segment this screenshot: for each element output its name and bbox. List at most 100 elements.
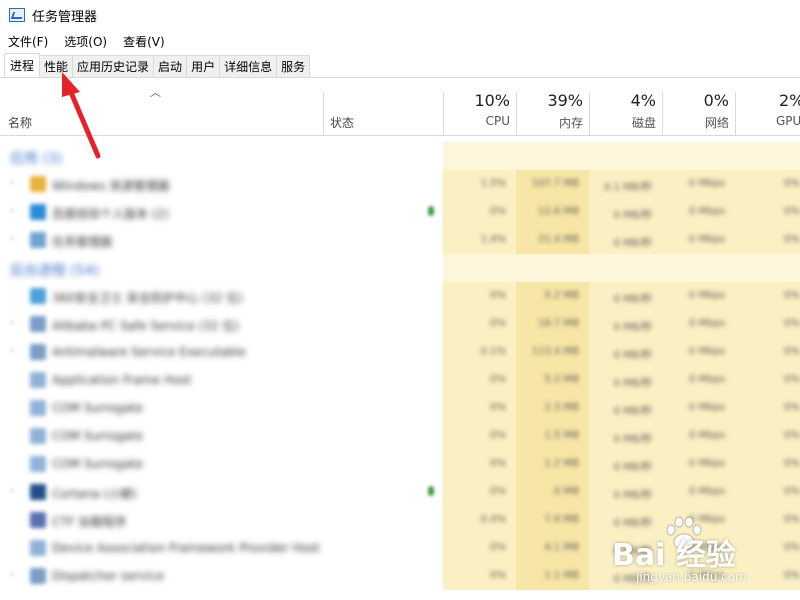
metric-value-net: 0 Mbps <box>688 430 725 441</box>
tab-bar: 进程 性能 应用历史记录 启动 用户 详细信息 服务 <box>0 53 800 78</box>
column-status[interactable]: 状态 <box>330 114 354 131</box>
metric-value-disk: 0 MB/秒 <box>613 294 652 305</box>
menu-file[interactable]: 文件(F) <box>0 33 56 50</box>
group-header[interactable]: 应用 (3) <box>0 142 800 170</box>
metric-value-net: 0 Mbps <box>688 290 725 301</box>
metric-value-mem: 2.3 MB <box>544 402 579 413</box>
heat-cell <box>735 142 800 170</box>
heat-cell <box>516 254 589 282</box>
baidu-watermark: Bai 经验 jingyan.baidu.com <box>612 514 797 594</box>
metric-value-net: 0 Mbps <box>688 486 725 497</box>
column-name[interactable]: 名称 <box>8 114 32 131</box>
expand-chevron-icon[interactable]: › <box>10 177 14 188</box>
cpu-label: CPU <box>485 114 510 128</box>
expand-chevron-icon[interactable]: › <box>10 233 14 244</box>
tab-app-history[interactable]: 应用历史记录 <box>72 55 155 77</box>
table-row[interactable]: › Cortana (小娜) 0% 0 MB 0 MB/秒 0 Mbps 0% <box>0 478 800 506</box>
metric-value-net: 0 Mbps <box>688 402 725 413</box>
column-gpu[interactable]: 2% GPU <box>738 91 800 128</box>
table-row[interactable]: COM Surrogate 0% 2.3 MB 0 MB/秒 0 Mbps 0% <box>0 394 800 422</box>
metric-value-net: 0 Mbps <box>688 458 725 469</box>
column-divider[interactable] <box>516 92 517 135</box>
table-row[interactable]: › 任务管理器 1.4% 21.4 MB 0 MB/秒 0 Mbps 0% <box>0 226 800 254</box>
column-cpu[interactable]: 10% CPU <box>446 91 510 128</box>
expand-chevron-icon[interactable]: › <box>10 345 14 356</box>
table-row[interactable]: › Alibaba PC Safe Service (32 位) 0% 18.7 MB… <box>0 310 800 338</box>
metric-value-net: 0 Mbps <box>688 234 725 245</box>
metric-value-mem: 1.1 MB <box>544 570 579 581</box>
metric-value-mem: 113.4 MB <box>531 346 579 357</box>
metric-value-cpu: 0% <box>490 542 506 553</box>
metric-value-gpu: 0% <box>784 346 800 357</box>
expand-chevron-icon[interactable]: › <box>10 317 14 328</box>
metric-value-cpu: 0% <box>490 290 506 301</box>
tab-startup[interactable]: 启动 <box>153 55 188 77</box>
column-divider[interactable] <box>662 92 663 135</box>
column-header: ︿ 名称 状态 10% CPU 39% 内存 4% 磁盘 0% 网络 2% GP… <box>0 78 800 136</box>
metric-value-gpu: 0% <box>784 374 800 385</box>
group-header[interactable]: 后台进程 (54) <box>0 254 800 282</box>
disk-label: 磁盘 <box>631 116 656 130</box>
tab-processes[interactable]: 进程 <box>4 53 41 77</box>
metric-value-cpu: 0.4% <box>480 514 506 525</box>
expand-chevron-icon[interactable]: › <box>10 205 14 216</box>
column-divider[interactable] <box>323 92 324 135</box>
metric-value-mem: 21.4 MB <box>538 234 579 245</box>
expand-chevron-icon[interactable]: › <box>10 485 14 496</box>
menu-view[interactable]: 查看(V) <box>115 33 173 50</box>
table-row[interactable]: › Antimalware Service Executable 0.1% 113.4… <box>0 338 800 366</box>
tab-services[interactable]: 服务 <box>276 55 311 77</box>
metric-value-disk: 0 MB/秒 <box>613 490 652 501</box>
heat-cell <box>662 142 735 170</box>
memory-label: 内存 <box>558 116 583 130</box>
tab-details[interactable]: 详细信息 <box>219 55 278 77</box>
table-row[interactable]: › 百度经验个人版本 (2) 0% 12.6 MB 0 MB/秒 0 Mbps 0% <box>0 198 800 226</box>
column-network[interactable]: 0% 网络 <box>665 91 729 131</box>
heat-cell <box>589 142 662 170</box>
expand-chevron-icon[interactable]: › <box>10 569 14 580</box>
table-row[interactable]: 360安全卫士 安全防护中心 (32 位) 0% 5.2 MB 0 MB/秒 0 Mbp… <box>0 282 800 310</box>
column-disk[interactable]: 4% 磁盘 <box>592 91 656 131</box>
metric-value-disk: 0 MB/秒 <box>613 462 652 473</box>
table-row[interactable]: › Windows 资源管理器 1.5% 107.7 MB 0.1 MB/秒 0 Mbps… <box>0 170 800 198</box>
metric-value-mem: 18.7 MB <box>538 318 579 329</box>
window-icon <box>30 400 46 416</box>
cpu-total: 10% <box>474 91 510 110</box>
metric-value-cpu: 1.4% <box>480 234 506 245</box>
metric-value-cpu: 0% <box>490 570 506 581</box>
heat-cell <box>443 142 516 170</box>
group-label: 应用 (3) <box>10 151 63 167</box>
metric-value-mem: 1.5 MB <box>544 430 579 441</box>
process-name: 360安全卫士 安全防护中心 (32 位) <box>52 291 243 305</box>
table-row[interactable]: COM Surrogate 0% 1.5 MB 0 MB/秒 0 Mbps 0% <box>0 422 800 450</box>
metric-value-net: 0 Mbps <box>688 206 725 217</box>
sort-caret-icon[interactable]: ︿ <box>150 84 161 100</box>
shield-icon <box>30 288 46 304</box>
metric-value-gpu: 0% <box>784 234 800 245</box>
column-memory[interactable]: 39% 内存 <box>519 91 583 131</box>
process-name: Windows 资源管理器 <box>52 179 170 193</box>
suspended-leaf-icon <box>428 206 434 216</box>
metric-value-cpu: 0% <box>490 206 506 217</box>
table-row[interactable]: COM Surrogate 0% 1.2 MB 0 MB/秒 0 Mbps 0% <box>0 450 800 478</box>
metric-value-net: 0 Mbps <box>688 374 725 385</box>
service-icon <box>30 568 46 584</box>
menu-options[interactable]: 选项(O) <box>56 33 115 50</box>
window-icon <box>30 372 46 388</box>
pen-icon <box>30 512 46 528</box>
tab-users[interactable]: 用户 <box>186 55 221 77</box>
tab-performance[interactable]: 性能 <box>39 55 74 77</box>
process-name: Dispatcher service <box>52 569 164 583</box>
window-icon <box>30 428 46 444</box>
column-divider[interactable] <box>735 92 736 135</box>
metric-value-disk: 0 MB/秒 <box>613 406 652 417</box>
heat-cell <box>735 254 800 282</box>
process-name: Device Association Framework Provider Ho… <box>52 541 320 555</box>
memory-total: 39% <box>547 91 583 110</box>
metric-value-disk: 0 MB/秒 <box>613 238 652 249</box>
column-divider[interactable] <box>443 92 444 135</box>
metric-value-mem: 107.7 MB <box>531 178 579 189</box>
column-divider[interactable] <box>589 92 590 135</box>
table-row[interactable]: Application Frame Host 0% 5.2 MB 0 MB/秒 0 Mb… <box>0 366 800 394</box>
process-name: Cortana (小娜) <box>52 487 137 501</box>
